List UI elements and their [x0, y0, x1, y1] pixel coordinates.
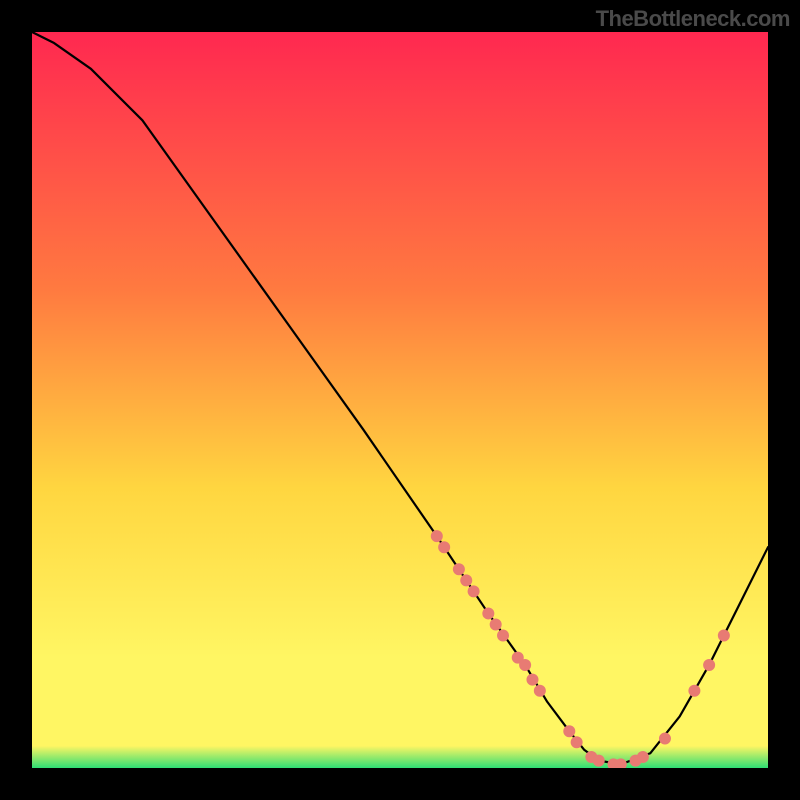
marker-point — [534, 685, 546, 697]
marker-point — [438, 541, 450, 553]
marker-point — [497, 630, 509, 642]
marker-point — [453, 563, 465, 575]
marker-point — [688, 685, 700, 697]
marker-point — [637, 751, 649, 763]
marker-point — [519, 659, 531, 671]
marker-point — [490, 618, 502, 630]
plot-area — [32, 32, 768, 768]
gradient-background — [32, 32, 768, 768]
marker-point — [718, 630, 730, 642]
chart-svg — [32, 32, 768, 768]
marker-point — [703, 659, 715, 671]
watermark-text: TheBottleneck.com — [596, 6, 790, 32]
marker-point — [431, 530, 443, 542]
marker-point — [468, 585, 480, 597]
marker-point — [571, 736, 583, 748]
marker-point — [526, 674, 538, 686]
marker-point — [460, 574, 472, 586]
chart-container: TheBottleneck.com — [0, 0, 800, 800]
marker-point — [593, 755, 605, 767]
marker-point — [659, 733, 671, 745]
marker-point — [563, 725, 575, 737]
marker-point — [482, 607, 494, 619]
